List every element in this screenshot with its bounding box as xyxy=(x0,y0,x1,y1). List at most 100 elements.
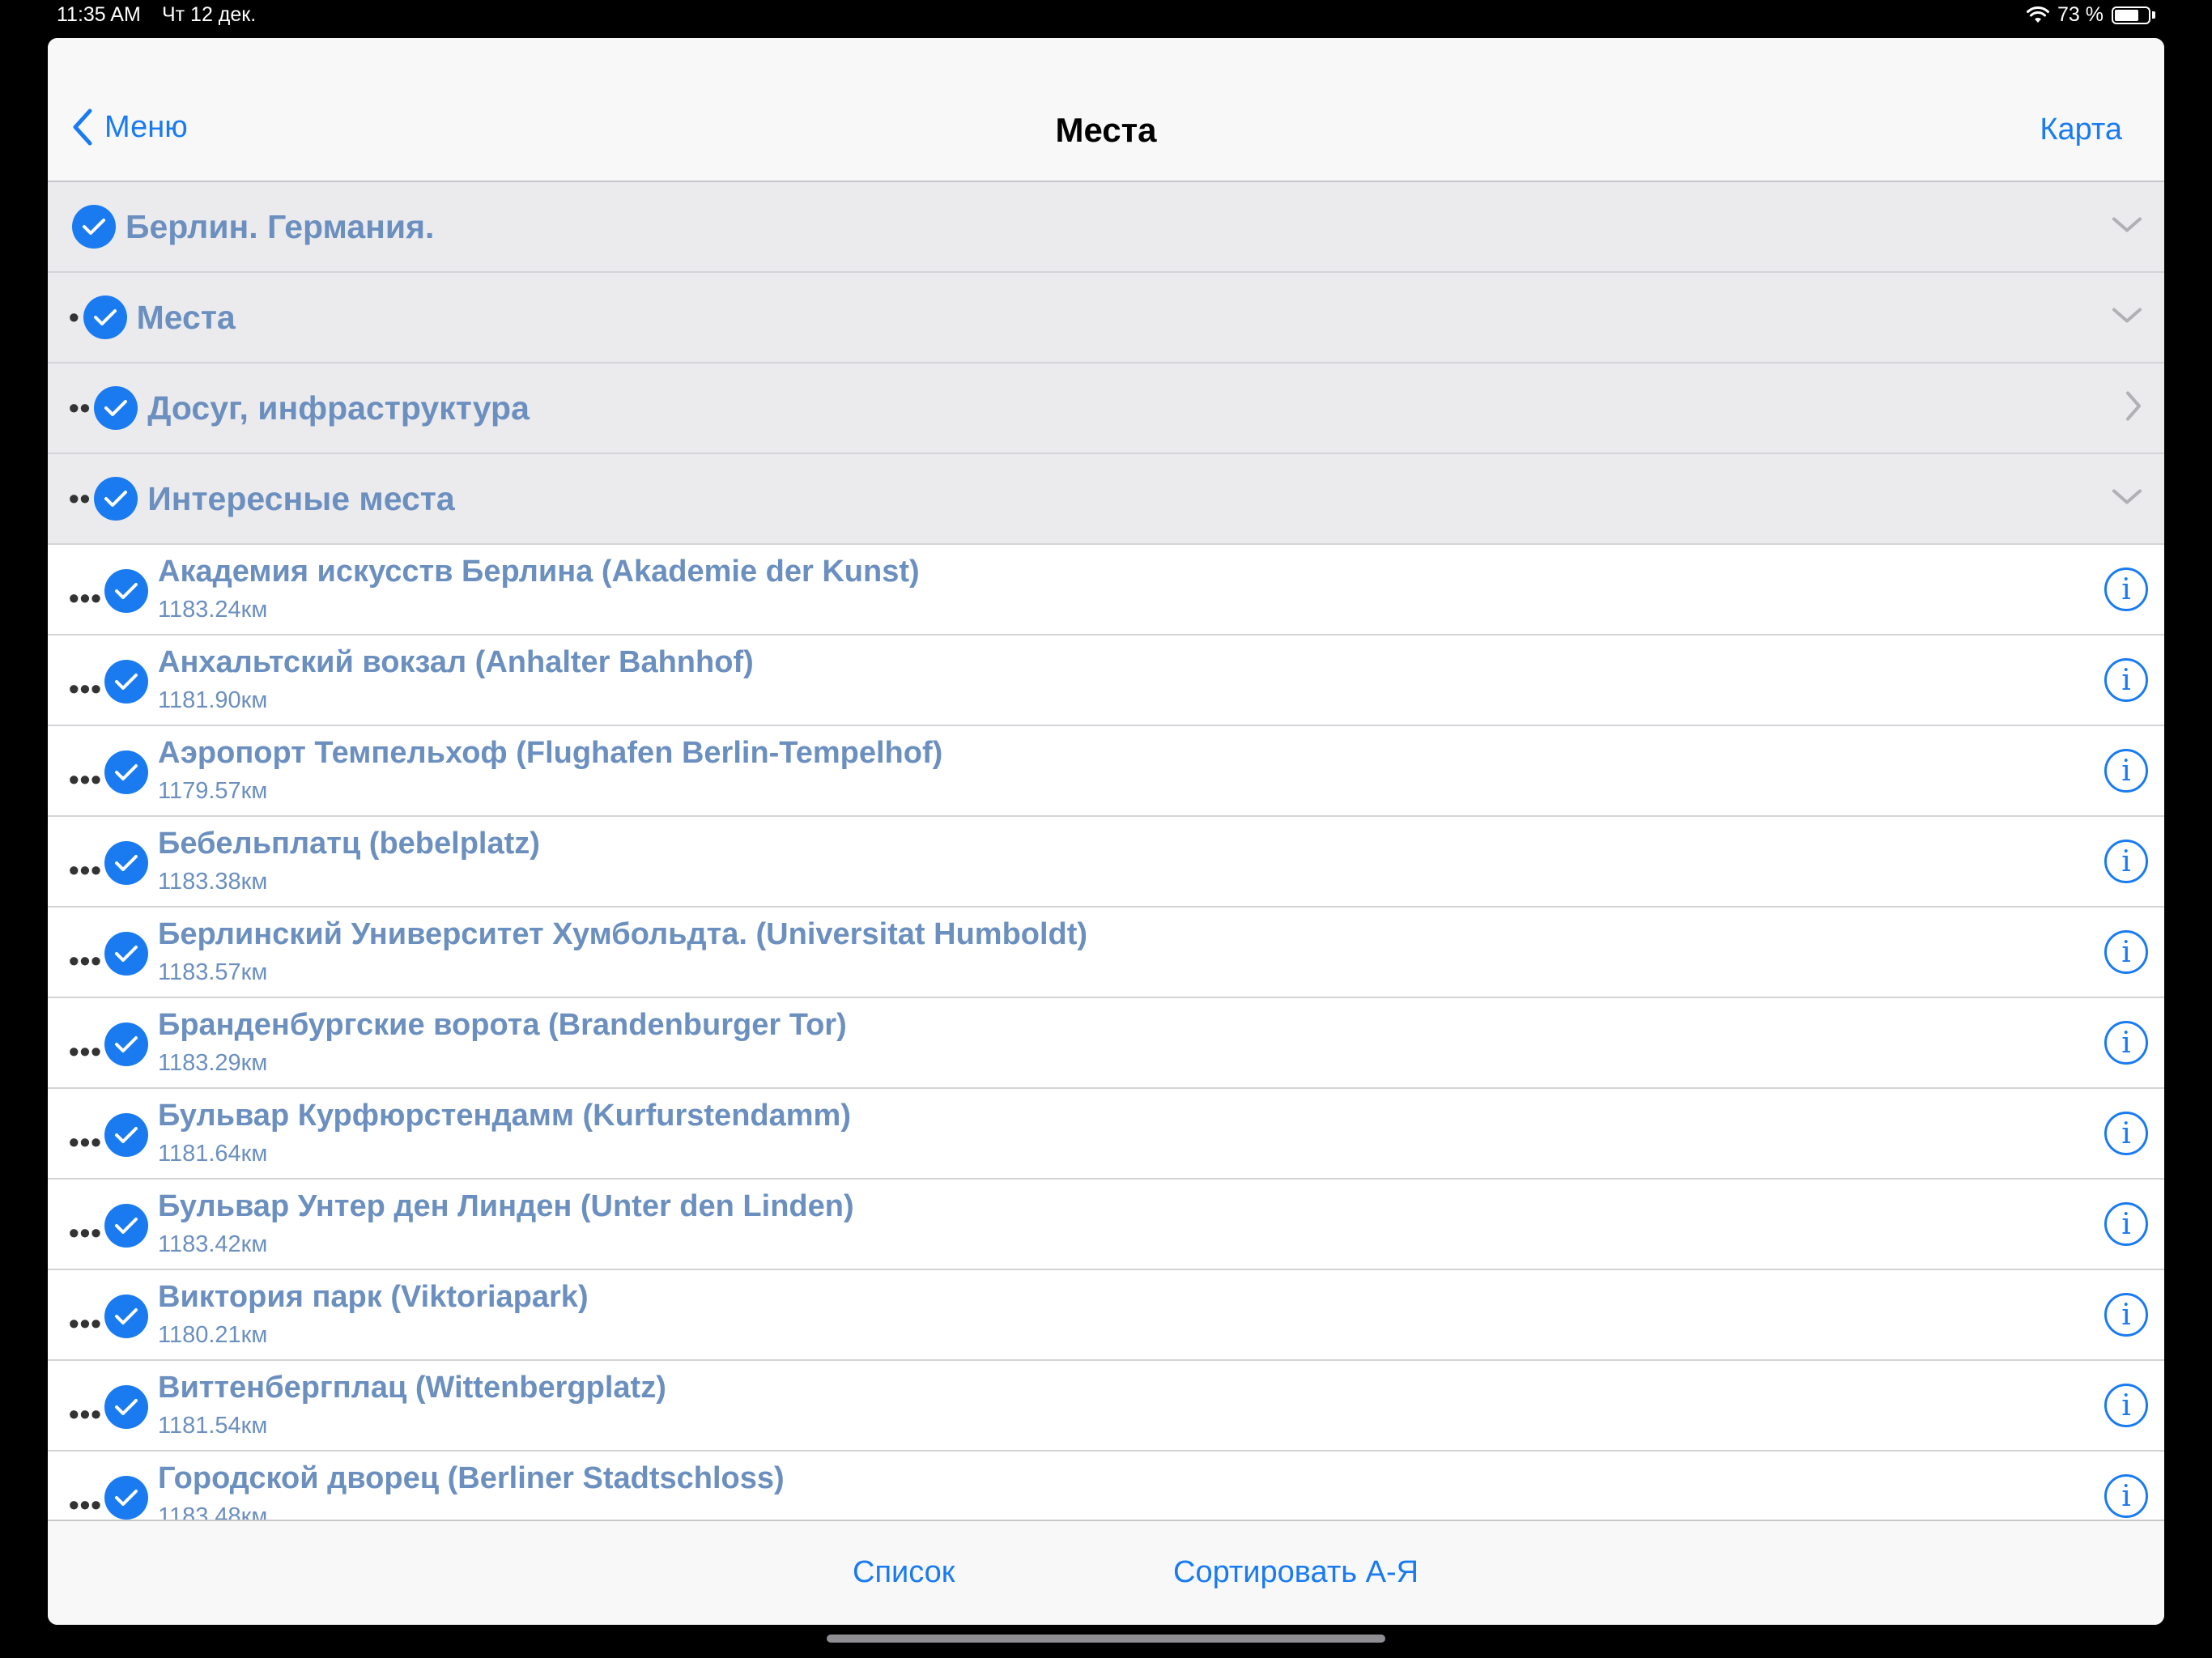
group-label: Досуг, инфраструктура xyxy=(147,389,530,427)
info-icon[interactable]: i xyxy=(2104,749,2148,793)
group-row[interactable]: • Места xyxy=(48,273,2164,363)
checkmark-icon[interactable] xyxy=(104,660,148,704)
place-row[interactable]: ••• Виктория парк (Viktoriapark) 1180.21км… xyxy=(48,1270,2164,1361)
place-distance: 1179.57км xyxy=(158,778,268,804)
place-distance: 1181.64км xyxy=(158,1141,268,1167)
checkmark-icon[interactable] xyxy=(72,205,116,249)
checkmark-icon[interactable] xyxy=(104,932,148,976)
info-icon[interactable]: i xyxy=(2104,658,2148,702)
place-title: Бранденбургские ворота (Brandenburger To… xyxy=(158,1008,847,1042)
place-row[interactable]: ••• Аэропорт Темпельхоф (Flughafen Berlin… xyxy=(48,726,2164,817)
chevron-right-icon xyxy=(2124,390,2143,427)
checkmark-icon[interactable] xyxy=(94,477,138,521)
place-row[interactable]: ••• Бульвар Унтер ден Линден (Unter den L… xyxy=(48,1180,2164,1270)
list-button[interactable]: Список xyxy=(853,1555,955,1590)
group-row[interactable]: •• Интересные места xyxy=(48,454,2164,545)
indent-dots: ••• xyxy=(69,581,102,614)
place-row[interactable]: ••• Берлинский Университет Хумбольдта. (U… xyxy=(48,908,2164,998)
indent-dots: ••• xyxy=(69,1125,102,1158)
indent-dots: ••• xyxy=(69,1397,102,1431)
info-icon[interactable]: i xyxy=(2104,568,2148,611)
page-title: Места xyxy=(1055,111,1157,149)
place-row[interactable]: ••• Бебельплатц (bebelplatz) 1183.38км i xyxy=(48,817,2164,908)
indent-dots: ••• xyxy=(69,763,102,796)
place-row[interactable]: ••• Академия искусств Берлина (Akademie d… xyxy=(48,545,2164,636)
checkmark-icon[interactable] xyxy=(104,750,148,794)
indent-dots: ••• xyxy=(69,944,102,977)
checkmark-icon[interactable] xyxy=(104,1204,148,1248)
info-icon[interactable]: i xyxy=(2104,1293,2148,1337)
bottom-toolbar: Список Сортировать А-Я xyxy=(48,1520,2164,1625)
checkmark-icon[interactable] xyxy=(104,1113,148,1157)
info-icon[interactable]: i xyxy=(2104,930,2148,974)
info-icon[interactable]: i xyxy=(2104,1112,2148,1155)
status-right: 73 % xyxy=(2027,3,2155,27)
place-distance: 1181.54км xyxy=(158,1413,268,1439)
info-icon[interactable]: i xyxy=(2104,1202,2148,1246)
checkmark-icon[interactable] xyxy=(104,1295,148,1338)
chevron-down-icon xyxy=(2111,487,2143,511)
place-title: Виттенбергплац (Wittenbergplatz) xyxy=(158,1371,666,1405)
status-time: 11:35 AM xyxy=(57,3,141,26)
info-icon[interactable]: i xyxy=(2104,1384,2148,1427)
info-icon[interactable]: i xyxy=(2104,1021,2148,1065)
place-distance: 1180.21км xyxy=(158,1322,268,1348)
indent-dots: • xyxy=(69,300,80,334)
map-button[interactable]: Карта xyxy=(2040,113,2122,147)
checkmark-icon[interactable] xyxy=(104,1476,148,1520)
place-title: Городской дворец (Berliner Stadtschloss) xyxy=(158,1461,785,1495)
battery-icon xyxy=(2112,6,2150,24)
place-title: Виктория парк (Viktoriapark) xyxy=(158,1280,589,1314)
info-icon[interactable]: i xyxy=(2104,1474,2148,1518)
place-row[interactable]: ••• Бранденбургские ворота (Brandenburger… xyxy=(48,998,2164,1089)
place-row[interactable]: ••• Анхальтский вокзал (Anhalter Bahnhof)… xyxy=(48,636,2164,726)
indent-dots: ••• xyxy=(69,1216,102,1249)
place-distance: 1183.57км xyxy=(158,959,268,985)
place-title: Бульвар Унтер ден Линден (Unter den Lind… xyxy=(158,1189,854,1223)
chevron-down-icon xyxy=(2111,306,2143,329)
indent-dots: •• xyxy=(69,391,91,424)
checkmark-icon[interactable] xyxy=(104,1022,148,1066)
battery-tip xyxy=(2152,11,2155,19)
checkmark-icon[interactable] xyxy=(83,295,127,339)
place-distance: 1181.90км xyxy=(158,687,268,713)
sort-button[interactable]: Сортировать А-Я xyxy=(1173,1555,1419,1590)
chevron-down-icon xyxy=(2111,215,2143,239)
checkmark-icon[interactable] xyxy=(104,841,148,885)
places-panel: Меню Места Карта Берлин. Германия. • Места… xyxy=(48,38,2164,1625)
place-title: Академия искусств Берлина (Akademie der … xyxy=(158,555,920,589)
status-bar: 11:35 AM Чт 12 дек. 73 % xyxy=(0,0,2212,36)
place-distance: 1183.24км xyxy=(158,597,268,623)
places-list: Берлин. Германия. • Места •• Досуг, инфрастр… xyxy=(48,182,2164,1557)
place-distance: 1183.38км xyxy=(158,869,268,895)
indent-dots: ••• xyxy=(69,1307,102,1340)
indent-dots: •• xyxy=(69,482,91,515)
place-title: Бульвар Курфюрстендамм (Kurfurstendamm) xyxy=(158,1099,851,1133)
checkmark-icon[interactable] xyxy=(104,569,148,613)
indent-dots: ••• xyxy=(69,1035,102,1068)
navigation-bar: Меню Места Карта xyxy=(48,38,2164,182)
place-title: Аэропорт Темпельхоф (Flughafen Berlin-Te… xyxy=(158,736,943,770)
indent-dots: ••• xyxy=(69,853,102,886)
battery-percent: 73 % xyxy=(2057,3,2104,26)
place-row[interactable]: ••• Виттенбергплац (Wittenbergplatz) 1181.… xyxy=(48,1361,2164,1452)
group-label: Интересные места xyxy=(147,479,455,517)
indent-dots: ••• xyxy=(69,672,102,705)
status-date: Чт 12 дек. xyxy=(162,3,257,26)
group-row[interactable]: •• Досуг, инфраструктура xyxy=(48,363,2164,454)
group-label: Берлин. Германия. xyxy=(125,207,435,245)
group-label: Места xyxy=(136,298,236,336)
place-row[interactable]: ••• Бульвар Курфюрстендамм (Kurfurstendam… xyxy=(48,1089,2164,1180)
place-title: Бебельплатц (bebelplatz) xyxy=(158,827,540,861)
checkmark-icon[interactable] xyxy=(94,386,138,430)
place-distance: 1183.29км xyxy=(158,1050,268,1076)
home-indicator xyxy=(827,1635,1385,1643)
wifi-icon xyxy=(2027,6,2050,23)
place-title: Анхальтский вокзал (Anhalter Bahnhof) xyxy=(158,645,754,679)
indent-dots: ••• xyxy=(69,1488,102,1521)
place-title: Берлинский Университет Хумбольдта. (Univ… xyxy=(158,917,1088,951)
checkmark-icon[interactable] xyxy=(104,1385,148,1429)
place-distance: 1183.42км xyxy=(158,1231,268,1257)
group-row[interactable]: Берлин. Германия. xyxy=(48,182,2164,273)
info-icon[interactable]: i xyxy=(2104,840,2148,883)
